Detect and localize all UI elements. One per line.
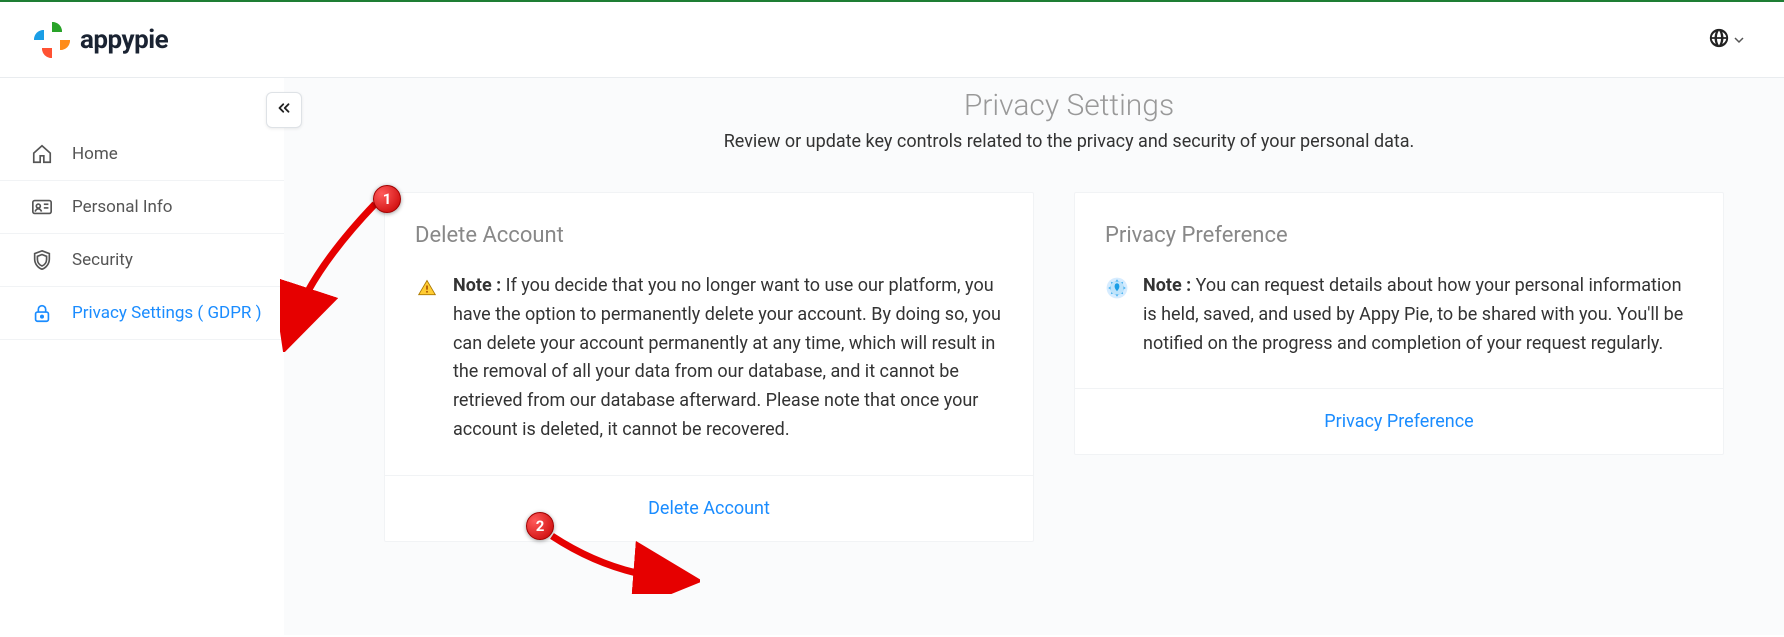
delete-account-card: Delete Account Note : If you decide that… — [384, 192, 1034, 542]
card-title: Delete Account — [385, 193, 1033, 272]
card-note-text: Note : If you decide that you no longer … — [453, 272, 1003, 445]
sidebar-item-label: Personal Info — [72, 197, 172, 217]
note-body: You can request details about how your p… — [1143, 275, 1683, 354]
sidebar-collapse-button[interactable] — [266, 92, 302, 128]
privacy-preference-link[interactable]: Privacy Preference — [1324, 411, 1473, 432]
cards-row: Delete Account Note : If you decide that… — [384, 192, 1754, 542]
chevron-down-icon — [1734, 35, 1744, 45]
sidebar-item-home[interactable]: Home — [0, 128, 284, 181]
note-body: If you decide that you no longer want to… — [453, 275, 1001, 440]
sidebar-item-label: Privacy Settings ( GDPR ) — [72, 303, 262, 323]
note-label: Note : — [453, 275, 501, 296]
chevron-double-left-icon — [275, 99, 293, 121]
annotation-step-2: 2 — [526, 512, 554, 540]
page-title: Privacy Settings — [384, 88, 1754, 123]
privacy-preference-card: Privacy Preference — [1074, 192, 1724, 455]
note-label: Note : — [1143, 275, 1191, 296]
sidebar-item-label: Home — [72, 144, 118, 164]
sidebar: Home Personal Info Security Privacy Sett… — [0, 78, 284, 635]
warning-triangle-icon — [415, 276, 439, 300]
delete-account-link[interactable]: Delete Account — [648, 498, 770, 519]
id-card-icon — [30, 195, 54, 219]
privacy-badge-icon — [1105, 276, 1129, 300]
page-subtitle: Review or update key controls related to… — [384, 131, 1754, 152]
card-body: Note : If you decide that you no longer … — [385, 272, 1033, 476]
logo-mark-icon — [30, 18, 74, 62]
sidebar-item-privacy-settings[interactable]: Privacy Settings ( GDPR ) — [0, 287, 284, 340]
card-action: Privacy Preference — [1075, 389, 1723, 454]
card-title: Privacy Preference — [1075, 193, 1723, 272]
card-note-text: Note : You can request details about how… — [1143, 272, 1693, 358]
sidebar-item-security[interactable]: Security — [0, 234, 284, 287]
header: appypie — [0, 2, 1784, 78]
logo-text: appypie — [80, 25, 168, 55]
sidebar-item-label: Security — [72, 250, 133, 270]
home-icon — [30, 142, 54, 166]
language-selector[interactable] — [1708, 27, 1744, 53]
layout: Home Personal Info Security Privacy Sett… — [0, 78, 1784, 635]
annotation-step-1: 1 — [373, 185, 401, 213]
card-action: Delete Account — [385, 476, 1033, 541]
card-body: Note : You can request details about how… — [1075, 272, 1723, 389]
shield-icon — [30, 248, 54, 272]
globe-icon — [1708, 27, 1730, 53]
main-content: Privacy Settings Review or update key co… — [284, 78, 1784, 635]
logo[interactable]: appypie — [30, 18, 168, 62]
lock-icon — [30, 301, 54, 325]
sidebar-item-personal-info[interactable]: Personal Info — [0, 181, 284, 234]
